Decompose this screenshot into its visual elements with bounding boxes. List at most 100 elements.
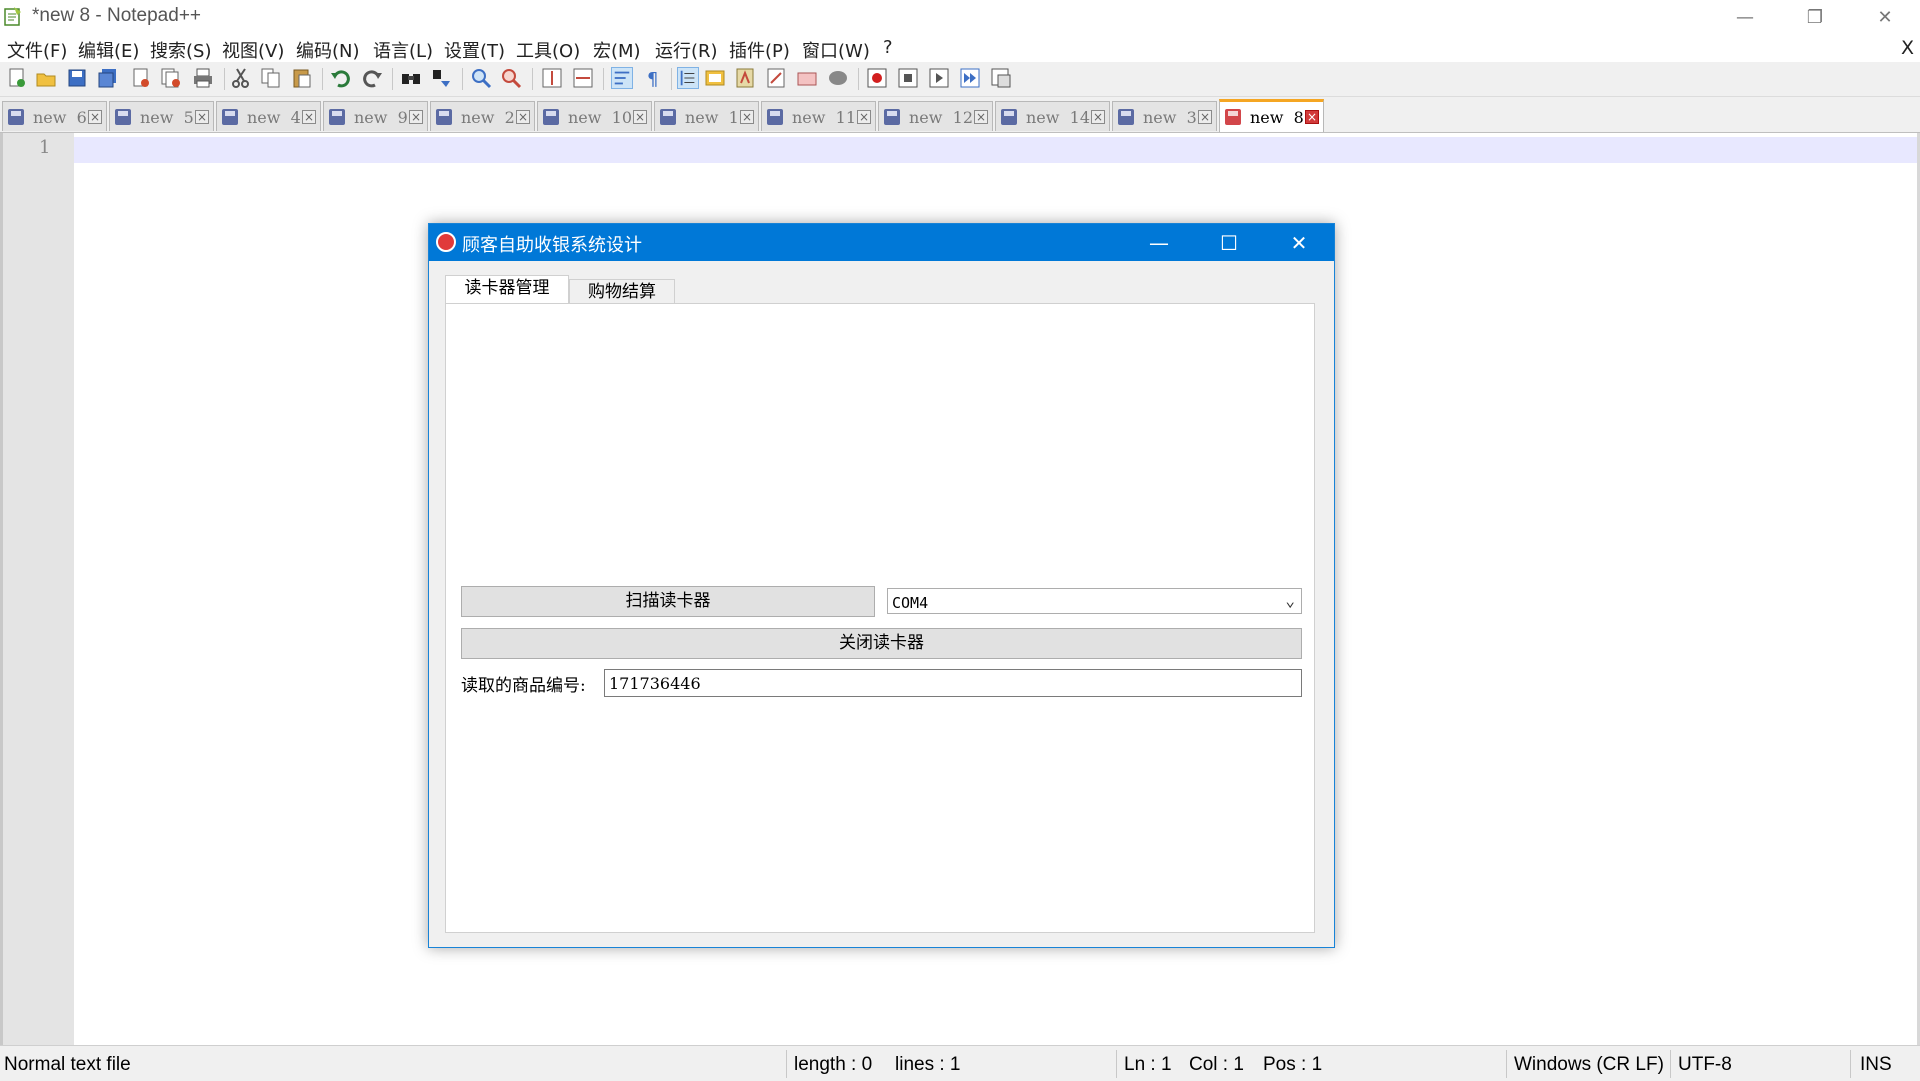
tab-new-12[interactable]: new 12 × xyxy=(878,101,993,131)
open-file-icon[interactable] xyxy=(35,67,57,89)
tab-new-1[interactable]: new 1 × xyxy=(654,101,759,131)
dialog-minimize-button[interactable]: — xyxy=(1124,224,1194,261)
sync-horizontal-icon[interactable] xyxy=(572,67,594,89)
menu-macro[interactable]: 宏(M) xyxy=(593,37,641,63)
tab-new-8-active[interactable]: new 8 × xyxy=(1219,99,1324,132)
close-button[interactable]: ✕ xyxy=(1850,0,1920,34)
menu-tools[interactable]: 工具(O) xyxy=(516,37,580,63)
product-id-input[interactable]: 171736446 xyxy=(604,669,1302,697)
saved-file-icon xyxy=(1001,109,1017,125)
sync-vertical-icon[interactable] xyxy=(541,67,563,89)
run-macro-multiple-icon[interactable] xyxy=(959,67,981,89)
function-list-icon[interactable] xyxy=(734,67,756,89)
status-separator xyxy=(1850,1050,1851,1078)
tab-close-icon[interactable]: × xyxy=(633,110,647,124)
tab-close-icon[interactable]: × xyxy=(195,110,209,124)
restore-button[interactable]: ❐ xyxy=(1780,0,1850,34)
toolbar-separator xyxy=(224,68,225,90)
show-all-characters-icon[interactable]: ¶ xyxy=(642,67,664,89)
menu-file[interactable]: 文件(F) xyxy=(7,37,67,63)
stop-record-icon[interactable] xyxy=(897,67,919,89)
play-macro-icon[interactable] xyxy=(928,67,950,89)
tab-bar: new 6 × new 5 × new 4 × new 9 × new 2 × … xyxy=(0,98,1920,133)
close-icon[interactable] xyxy=(130,67,152,89)
menu-language[interactable]: 语言(L) xyxy=(373,37,433,63)
tab-close-icon[interactable]: × xyxy=(302,110,316,124)
tab-close-icon[interactable]: × xyxy=(516,110,530,124)
tab-new-9[interactable]: new 9 × xyxy=(323,101,428,131)
menu-run[interactable]: 运行(R) xyxy=(655,37,718,63)
tab-new-11[interactable]: new 11 × xyxy=(761,101,876,131)
save-icon[interactable] xyxy=(66,67,88,89)
menu-help[interactable]: ? xyxy=(883,37,893,58)
tab-close-icon[interactable]: × xyxy=(857,110,871,124)
menu-plugins[interactable]: 插件(P) xyxy=(729,37,790,63)
tab-label: new 8 xyxy=(1250,108,1304,127)
port-select[interactable]: COM4 ⌄ xyxy=(887,588,1302,614)
menu-edit[interactable]: 编辑(E) xyxy=(78,37,139,63)
close-reader-button[interactable]: 关闭读卡器 xyxy=(461,628,1302,659)
save-all-icon[interactable] xyxy=(97,67,119,89)
copy-icon[interactable] xyxy=(260,67,282,89)
replace-icon[interactable] xyxy=(431,67,453,89)
tab-close-icon[interactable]: × xyxy=(974,110,988,124)
find-icon[interactable] xyxy=(400,67,422,89)
tab-new-2[interactable]: new 2 × xyxy=(430,101,535,131)
status-separator xyxy=(786,1050,787,1078)
indent-guide-icon[interactable] xyxy=(677,67,699,89)
redo-icon[interactable] xyxy=(361,67,383,89)
status-separator xyxy=(1670,1050,1671,1078)
tab-close-icon[interactable]: × xyxy=(740,110,754,124)
menu-view[interactable]: 视图(V) xyxy=(222,37,284,63)
toolbar-separator xyxy=(322,68,323,90)
undo-icon[interactable] xyxy=(330,67,352,89)
dialog-close-button[interactable]: ✕ xyxy=(1264,224,1334,261)
tab-new-4[interactable]: new 4 × xyxy=(216,101,321,131)
minimize-button[interactable]: — xyxy=(1710,0,1780,34)
record-macro-icon[interactable] xyxy=(866,67,888,89)
tab-new-3[interactable]: new 3 × xyxy=(1112,101,1217,131)
toolbar-separator xyxy=(603,68,604,90)
menu-encoding[interactable]: 编码(N) xyxy=(296,37,360,63)
product-id-label: 读取的商品编号: xyxy=(461,676,586,696)
zoom-out-icon[interactable] xyxy=(500,67,522,89)
tab-checkout[interactable]: 购物结算 xyxy=(569,279,675,305)
saved-file-icon xyxy=(543,109,559,125)
folder-as-workspace-icon[interactable] xyxy=(765,67,787,89)
word-wrap-icon[interactable] xyxy=(611,67,633,89)
paste-icon[interactable] xyxy=(291,67,313,89)
tab-new-5[interactable]: new 5 × xyxy=(109,101,214,131)
tab-label: new 9 xyxy=(354,108,408,127)
menu-settings[interactable]: 设置(T) xyxy=(444,37,505,63)
tab-new-10[interactable]: new 10 × xyxy=(537,101,652,131)
dialog-maximize-button[interactable]: ☐ xyxy=(1194,224,1264,261)
tab-close-icon[interactable]: × xyxy=(88,110,102,124)
monitoring-icon[interactable] xyxy=(796,67,818,89)
close-document-button[interactable]: X xyxy=(1901,37,1914,59)
tab-label: new 1 xyxy=(685,108,739,127)
tab-new-6[interactable]: new 6 × xyxy=(2,101,107,131)
tab-close-icon[interactable]: × xyxy=(1198,110,1212,124)
document-map-icon[interactable] xyxy=(704,67,726,89)
save-macro-icon[interactable] xyxy=(990,67,1012,89)
scan-reader-button[interactable]: 扫描读卡器 xyxy=(461,586,875,617)
bubble-icon[interactable] xyxy=(827,67,849,89)
zoom-in-icon[interactable] xyxy=(470,67,492,89)
menu-search[interactable]: 搜索(S) xyxy=(150,37,211,63)
current-line-highlight xyxy=(74,137,1917,163)
tab-close-icon[interactable]: × xyxy=(409,110,423,124)
dialog-title-bar[interactable]: 顾客自助收银系统设计 — ☐ ✕ xyxy=(429,224,1334,261)
tab-close-icon[interactable]: × xyxy=(1091,110,1105,124)
tab-close-icon[interactable]: × xyxy=(1305,110,1319,124)
chevron-down-icon[interactable]: ⌄ xyxy=(1285,591,1295,610)
cut-icon[interactable] xyxy=(230,67,252,89)
tab-label: new 14 xyxy=(1026,108,1090,127)
menu-window[interactable]: 窗口(W) xyxy=(802,37,870,63)
port-select-value: COM4 xyxy=(892,594,929,612)
new-file-icon[interactable] xyxy=(6,67,28,89)
close-all-icon[interactable] xyxy=(160,67,182,89)
print-icon[interactable] xyxy=(192,67,214,89)
tab-new-14[interactable]: new 14 × xyxy=(995,101,1110,131)
status-bar: Normal text file length : 0 lines : 1 Ln… xyxy=(0,1045,1920,1081)
tab-card-reader[interactable]: 读卡器管理 xyxy=(445,275,569,304)
